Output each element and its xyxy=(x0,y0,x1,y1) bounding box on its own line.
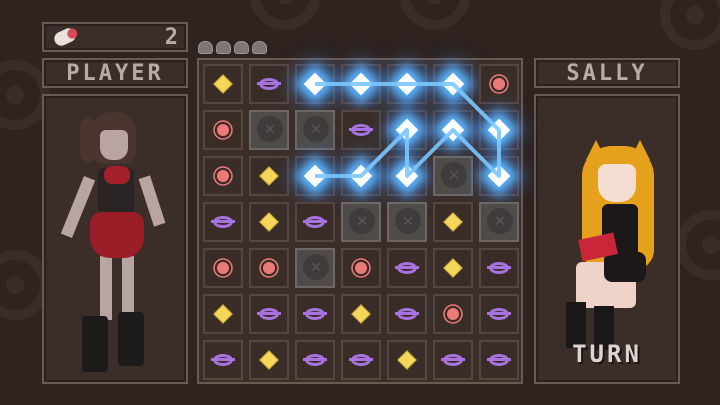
score-value: 2 xyxy=(164,25,178,50)
pill-icon xyxy=(52,26,78,48)
move-dot xyxy=(234,41,249,54)
move-dots xyxy=(198,41,267,54)
player-name-label: PLAYER xyxy=(42,58,188,88)
background-flower xyxy=(250,0,320,30)
player-boot xyxy=(82,316,108,372)
opponent-skirt xyxy=(604,252,646,282)
turn-indicator: TURN xyxy=(572,340,642,368)
player-skirt xyxy=(90,212,144,258)
player-leg xyxy=(122,256,134,320)
background-flower xyxy=(676,210,720,280)
opponent-name-label: SALLY xyxy=(534,58,680,88)
move-dot xyxy=(198,41,213,54)
move-dot xyxy=(252,41,267,54)
player-boot xyxy=(118,312,144,366)
opponent-face xyxy=(598,164,636,202)
game-board[interactable] xyxy=(197,58,523,384)
chain-line xyxy=(315,82,501,178)
background-flower xyxy=(400,0,470,30)
move-dot xyxy=(216,41,231,54)
player-bow xyxy=(104,166,130,184)
player-face xyxy=(100,130,128,160)
score-box: 2 xyxy=(42,22,188,52)
match-chain xyxy=(315,82,501,178)
opponent-ear xyxy=(630,140,650,160)
opponent-ear xyxy=(586,140,606,160)
background-flower xyxy=(660,0,720,50)
player-leg xyxy=(100,256,112,320)
